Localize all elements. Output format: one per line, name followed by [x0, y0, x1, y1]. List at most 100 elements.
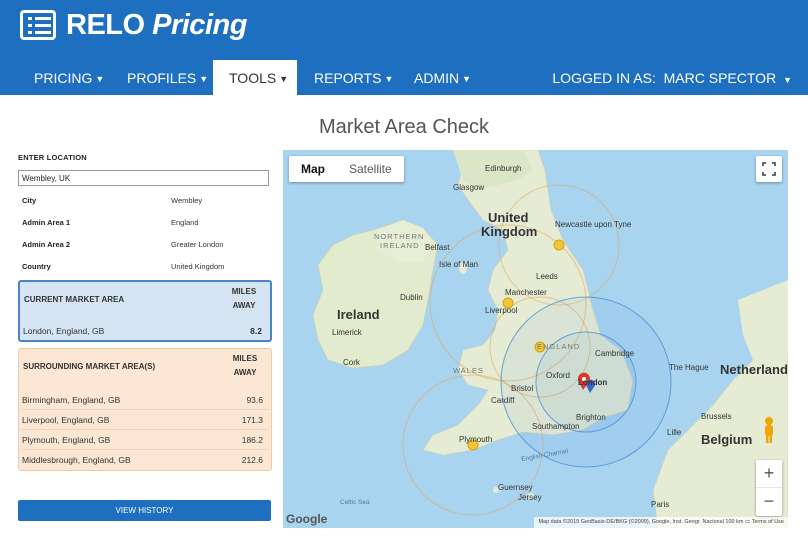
label-celtic-sea: Celtic Sea [340, 499, 370, 506]
page-title: Market Area Check [318, 116, 490, 138]
miles-header-line2: AWAY [232, 301, 256, 310]
nav-tools[interactable]: TOOLS ▼ [213, 60, 297, 95]
label-england: ENGLAND [537, 342, 581, 351]
label-southampton: Southampton [532, 422, 580, 431]
label-oxford: Oxford [546, 371, 571, 380]
label-lille: Lille [667, 428, 682, 437]
continent-north-shape [738, 280, 788, 360]
nav-pricing-label: PRICING [34, 70, 93, 86]
table-row: Plymouth, England, GB [22, 435, 111, 445]
label-belfast: Belfast [425, 243, 450, 252]
user-menu[interactable]: LOGGED IN AS: MARC SPECTOR ▼ [552, 60, 792, 95]
zoom-out-button[interactable]: − [756, 488, 782, 516]
brand-logo[interactable]: RELO Pricing [66, 9, 247, 42]
label-cardiff: Cardiff [491, 396, 515, 405]
table-row-miles: 93.6 [246, 395, 263, 405]
current-market-box: CURRENT MARKET AREA MILES AWAY London, E… [18, 280, 272, 342]
admin-area-1-key: Admin Area 1 [22, 218, 71, 227]
label-jersey: Jersey [518, 493, 542, 502]
label-newcastle: Newcastle upon Tyne [555, 220, 632, 229]
current-market-header: CURRENT MARKET AREA [24, 295, 125, 304]
table-row: Middlesbrough, England, GB [22, 455, 131, 465]
pegman-icon[interactable] [762, 416, 776, 444]
divider [21, 449, 269, 450]
label-brighton: Brighton [576, 413, 606, 422]
nav-reports[interactable]: REPORTS ▼ [298, 60, 409, 95]
label-liverpool: Liverpool [485, 306, 518, 315]
city-key: City [22, 196, 37, 205]
label-paris: Paris [651, 500, 670, 509]
caret-down-icon: ▼ [783, 75, 792, 85]
nav-pricing[interactable]: PRICING ▼ [18, 60, 120, 95]
country-value: United Kingdom [171, 262, 225, 271]
marker-middlesbrough [553, 239, 565, 251]
label-northern-ireland-1: NORTHERN [374, 232, 425, 241]
label-limerick: Limerick [332, 328, 362, 337]
current-market-miles: 8.2 [250, 326, 262, 336]
location-label: ENTER LOCATION [18, 153, 87, 162]
label-northern-ireland-2: IRELAND [380, 241, 420, 250]
map-type-map-button[interactable]: Map [289, 156, 337, 182]
view-history-button[interactable]: VIEW HISTORY [18, 500, 271, 521]
brand-subname: Pricing [152, 9, 247, 41]
label-wales: WALES [453, 366, 484, 375]
label-united-kingdom-2: Kingdom [481, 224, 538, 239]
nav-tools-label: TOOLS [229, 70, 277, 86]
main-nav: PRICING ▼ PROFILES ▼ TOOLS ▼ REPORTS ▼ ADMIN… [0, 60, 808, 95]
current-miles-header: MILES AWAY [224, 285, 264, 313]
nav-profiles-label: PROFILES [127, 70, 197, 86]
label-ireland: Ireland [337, 307, 380, 322]
caret-down-icon: ▼ [279, 74, 289, 84]
miles-header-line2: AWAY [233, 368, 257, 377]
map-type-satellite-button[interactable]: Satellite [337, 156, 404, 182]
fullscreen-icon [762, 162, 776, 176]
label-dublin: Dublin [400, 293, 423, 302]
surrounding-header: SURROUNDING MARKET AREA(S) [23, 362, 156, 371]
zoom-in-button[interactable]: + [756, 460, 782, 488]
divider [21, 409, 269, 410]
label-plymouth: Plymouth [459, 435, 493, 444]
admin-area-1-value: England [171, 218, 199, 227]
label-netherlands: Netherlands [720, 362, 788, 377]
map-canvas [312, 150, 788, 528]
location-input[interactable] [18, 170, 269, 186]
user-name: MARC SPECTOR [663, 70, 777, 86]
surrounding-market-box: SURROUNDING MARKET AREA(S) MILES AWAY Bi… [18, 348, 272, 471]
label-brussels: Brussels [701, 412, 732, 421]
nav-admin[interactable]: ADMIN ▼ [398, 60, 487, 95]
label-bristol: Bristol [511, 384, 534, 393]
map[interactable]: United Kingdom Ireland Netherlands Belgi… [283, 150, 788, 528]
label-cambridge: Cambridge [595, 349, 635, 358]
table-row-miles: 186.2 [241, 435, 263, 445]
label-cork: Cork [343, 358, 360, 367]
surrounding-miles-header: MILES AWAY [225, 352, 265, 380]
miles-header-line1: MILES [231, 287, 257, 296]
brand-name: RELO [66, 9, 145, 41]
label-leeds: Leeds [536, 272, 558, 281]
label-manchester: Manchester [505, 288, 547, 297]
caret-down-icon: ▼ [95, 74, 105, 84]
current-market-name: London, England, GB [23, 326, 105, 336]
country-key: Country [22, 262, 51, 271]
google-logo[interactable]: Google [286, 512, 327, 526]
map-type-toggle: Map Satellite [289, 156, 404, 182]
map-attribution[interactable]: Map data ©2019 GeoBasis-DE/BKG (©2009), … [534, 517, 788, 528]
city-value: Wembley [171, 196, 203, 205]
divider [21, 429, 269, 430]
list-icon[interactable] [20, 10, 56, 40]
fullscreen-button[interactable] [756, 156, 782, 182]
zoom-control: + − [756, 460, 782, 516]
nav-profiles[interactable]: PROFILES ▼ [111, 60, 224, 95]
caret-down-icon: ▼ [384, 74, 394, 84]
caret-down-icon: ▼ [462, 74, 472, 84]
table-row: Birmingham, England, GB [22, 395, 121, 405]
label-london: London [578, 378, 608, 387]
nav-reports-label: REPORTS [314, 70, 382, 86]
label-belgium: Belgium [701, 432, 753, 447]
label-edinburgh: Edinburgh [485, 164, 522, 173]
label-the-hague: The Hague [669, 363, 709, 372]
miles-header-line1: MILES [232, 354, 258, 363]
label-guernsey: Guernsey [498, 483, 533, 492]
admin-area-2-key: Admin Area 2 [22, 240, 71, 249]
label-isle-of-man: Isle of Man [439, 260, 479, 269]
